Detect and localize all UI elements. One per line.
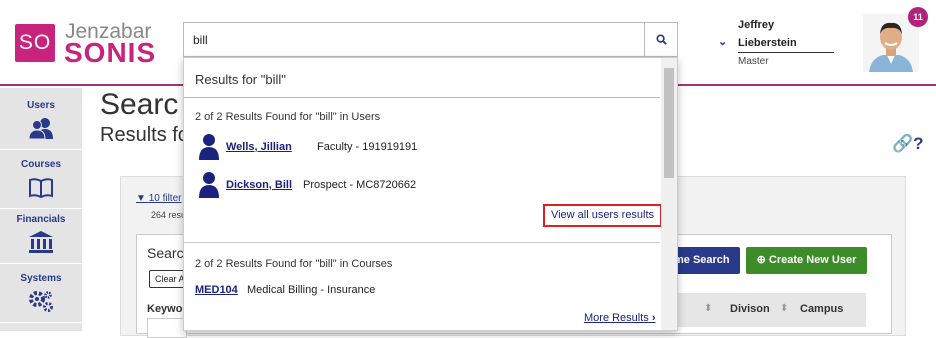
search-input[interactable] <box>184 23 646 56</box>
gears-icon <box>29 291 53 312</box>
sort-icon[interactable]: ⬍ <box>780 303 788 314</box>
bank-icon <box>29 231 53 253</box>
user-first-name[interactable]: Jeffrey <box>738 19 774 31</box>
dropdown-header: Results for "bill" <box>184 58 660 98</box>
results-count: 264 resu <box>151 210 187 220</box>
search-button[interactable] <box>644 23 677 56</box>
user-detail: Faculty - 191919191 <box>317 141 418 153</box>
more-results-link[interactable]: More Results › <box>584 312 656 324</box>
page-title: Searc <box>100 88 179 121</box>
user-link[interactable]: Wells, Jillian <box>226 141 292 153</box>
scrollbar-thumb[interactable] <box>664 68 674 178</box>
user-detail: Prospect - MC8720662 <box>303 179 417 191</box>
person-icon <box>199 172 219 198</box>
person-icon <box>199 134 219 160</box>
sidebar-item-label: Courses <box>20 159 61 170</box>
filters-link-label: 10 filter <box>148 193 182 204</box>
view-all-users-link[interactable]: View all users results <box>543 204 662 227</box>
column-header-campus[interactable]: Campus <box>800 303 843 315</box>
filters-link[interactable]: ▼ 10 filter <box>136 193 181 204</box>
sidebar-item-label: Systems <box>20 273 62 284</box>
list-item[interactable]: Dickson, Bill Prospect - MC8720662 <box>199 171 659 199</box>
sidebar-item-financials[interactable]: Financials <box>0 206 82 264</box>
search-results-dropdown: Results for "bill" 2 of 2 Results Found … <box>183 57 678 331</box>
page-subtitle: Results fo <box>100 124 189 146</box>
course-link[interactable]: MED104 <box>195 284 238 296</box>
course-name: Medical Billing - Insurance <box>247 284 376 296</box>
plus-circle-icon: ⊕ <box>756 254 766 266</box>
chevron-down-icon[interactable]: ⌄ <box>718 35 727 48</box>
dropdown-scrollbar[interactable] <box>661 58 677 330</box>
sidebar: Users Courses Financials Systems <box>0 88 82 331</box>
sidebar-item-courses[interactable]: Courses <box>0 151 82 209</box>
notification-badge[interactable]: 11 <box>908 7 928 27</box>
sidebar-item-systems[interactable]: Systems <box>0 265 82 323</box>
search-icon <box>655 34 667 45</box>
logo-badge[interactable]: SO <box>15 24 55 62</box>
logo-text-sonis[interactable]: SONIS <box>64 37 156 69</box>
user-last-name[interactable]: Lieberstein <box>738 37 834 53</box>
courses-results-heading: 2 of 2 Results Found for "bill" in Cours… <box>195 258 393 270</box>
global-search <box>183 22 678 57</box>
column-header-division[interactable]: Divison <box>730 303 770 315</box>
user-role: Master <box>738 56 769 67</box>
sidebar-item-label: Financials <box>16 214 66 225</box>
users-icon <box>28 118 53 140</box>
sidebar-item-users[interactable]: Users <box>0 92 82 150</box>
search-panel-title: Searc <box>147 245 184 261</box>
book-icon <box>29 178 53 199</box>
keyword-label: Keywo <box>147 303 183 315</box>
more-results-label: More Results <box>584 312 649 324</box>
create-button-label: Create New User <box>768 254 857 266</box>
create-new-user-button[interactable]: ⊕ Create New User <box>746 247 867 274</box>
sort-icon[interactable]: ⬍ <box>704 303 712 314</box>
list-item[interactable]: Wells, Jillian Faculty - 191919191 <box>199 133 659 161</box>
user-link[interactable]: Dickson, Bill <box>226 179 292 191</box>
users-results-heading: 2 of 2 Results Found for "bill" in Users <box>195 111 381 123</box>
keyword-input[interactable] <box>147 318 187 338</box>
link-help-icons[interactable]: 🔗? <box>892 134 924 154</box>
chevron-right-icon: › <box>651 312 656 324</box>
sidebar-item-label: Users <box>27 100 55 111</box>
divider <box>184 242 660 243</box>
